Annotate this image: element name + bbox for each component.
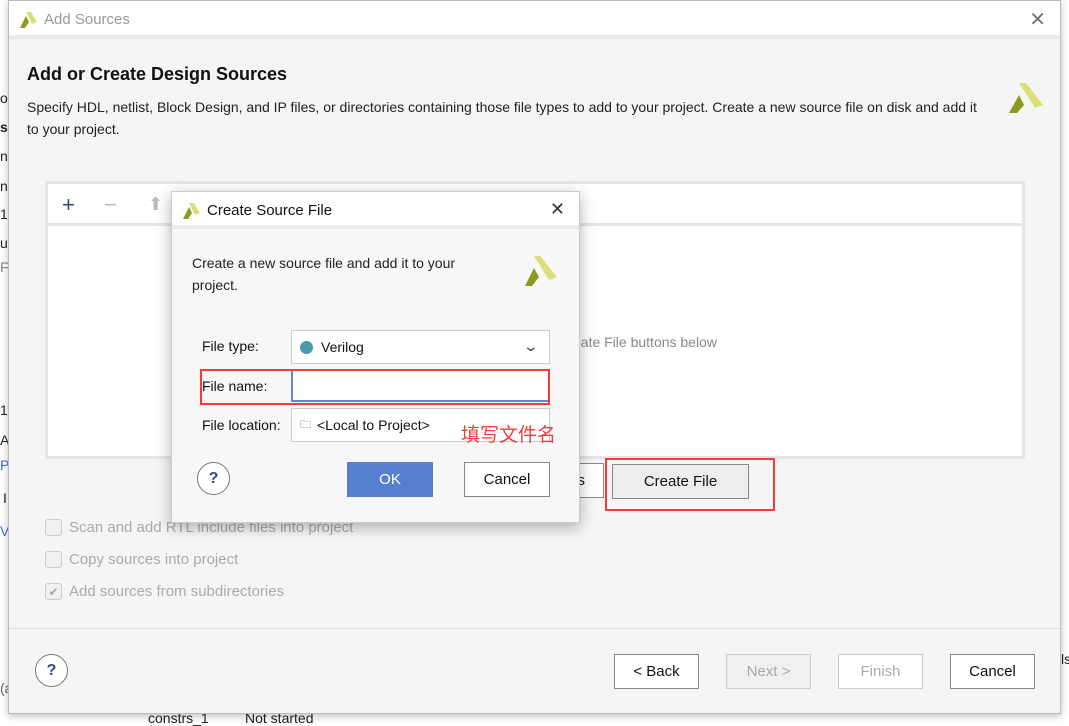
finish-button[interactable]: Finish — [838, 654, 923, 689]
dialog-title: Create Source File — [207, 202, 333, 219]
create-source-file-dialog: Create Source File ✕ Create a new source… — [171, 191, 580, 523]
page-title: Add or Create Design Sources — [27, 64, 288, 84]
bg-fragment: I — [3, 490, 7, 506]
copy-sources-checkbox[interactable]: Copy sources into project — [45, 551, 238, 568]
close-icon[interactable]: ✕ — [550, 199, 565, 220]
file-location-label: File location: — [202, 417, 281, 433]
cancel-button[interactable]: Cancel — [464, 462, 550, 497]
help-button[interactable]: ? — [197, 462, 230, 495]
folder-icon: 🗀 — [300, 418, 311, 431]
file-type-select[interactable]: Verilog ⌄ — [291, 330, 550, 364]
bg-fragment: s — [0, 119, 8, 135]
checkbox-label: Add sources from subdirectories — [69, 583, 285, 600]
file-type-label: File type: — [202, 338, 259, 354]
divider — [9, 628, 1060, 629]
help-button[interactable]: ? — [35, 654, 68, 687]
highlight-box — [605, 458, 775, 511]
file-location-value: <Local to Project> — [317, 417, 430, 433]
bg-fragment: 1 — [0, 206, 8, 222]
checkbox[interactable] — [45, 519, 62, 536]
dialog-description: Create a new source file and add it to y… — [192, 255, 456, 293]
remove-icon[interactable]: − — [104, 192, 117, 218]
move-up-icon[interactable]: ⬆ — [148, 194, 163, 215]
title-bar: Add Sources ✕ — [9, 1, 1060, 39]
bg-fragment: o — [0, 90, 8, 106]
file-type-value: Verilog — [321, 339, 364, 355]
checkmark-icon[interactable]: ✔ — [45, 583, 62, 600]
bg-fragment: n — [0, 178, 8, 194]
chevron-down-icon: ⌄ — [522, 338, 540, 354]
vivado-logo-icon — [525, 256, 557, 286]
highlight-box — [200, 369, 550, 405]
bg-fragment: 1 — [0, 402, 8, 418]
annotation-text: 填写文件名 — [461, 425, 557, 446]
empty-hint: eate File buttons below — [573, 334, 717, 350]
dialog-title-bar: Create Source File ✕ — [172, 192, 579, 229]
verilog-dot-icon — [300, 340, 313, 354]
bg-fragment: ls — [1061, 651, 1069, 667]
add-icon[interactable]: + — [62, 192, 75, 218]
close-icon[interactable]: ✕ — [1029, 7, 1046, 32]
checkbox[interactable] — [45, 551, 62, 568]
page-description: Specify HDL, netlist, Block Design, and … — [27, 99, 977, 137]
vivado-logo-icon — [1009, 83, 1043, 113]
back-button[interactable]: < Back — [614, 654, 699, 689]
next-button[interactable]: Next > — [726, 654, 811, 689]
ok-button[interactable]: OK — [347, 462, 433, 497]
vivado-logo-icon — [20, 12, 37, 28]
vivado-logo-icon — [183, 203, 200, 219]
cancel-button[interactable]: Cancel — [950, 654, 1035, 689]
checkbox-label: Copy sources into project — [69, 551, 239, 568]
add-subdirectories-checkbox[interactable]: ✔ Add sources from subdirectories — [45, 583, 284, 600]
window-title: Add Sources — [44, 11, 130, 28]
